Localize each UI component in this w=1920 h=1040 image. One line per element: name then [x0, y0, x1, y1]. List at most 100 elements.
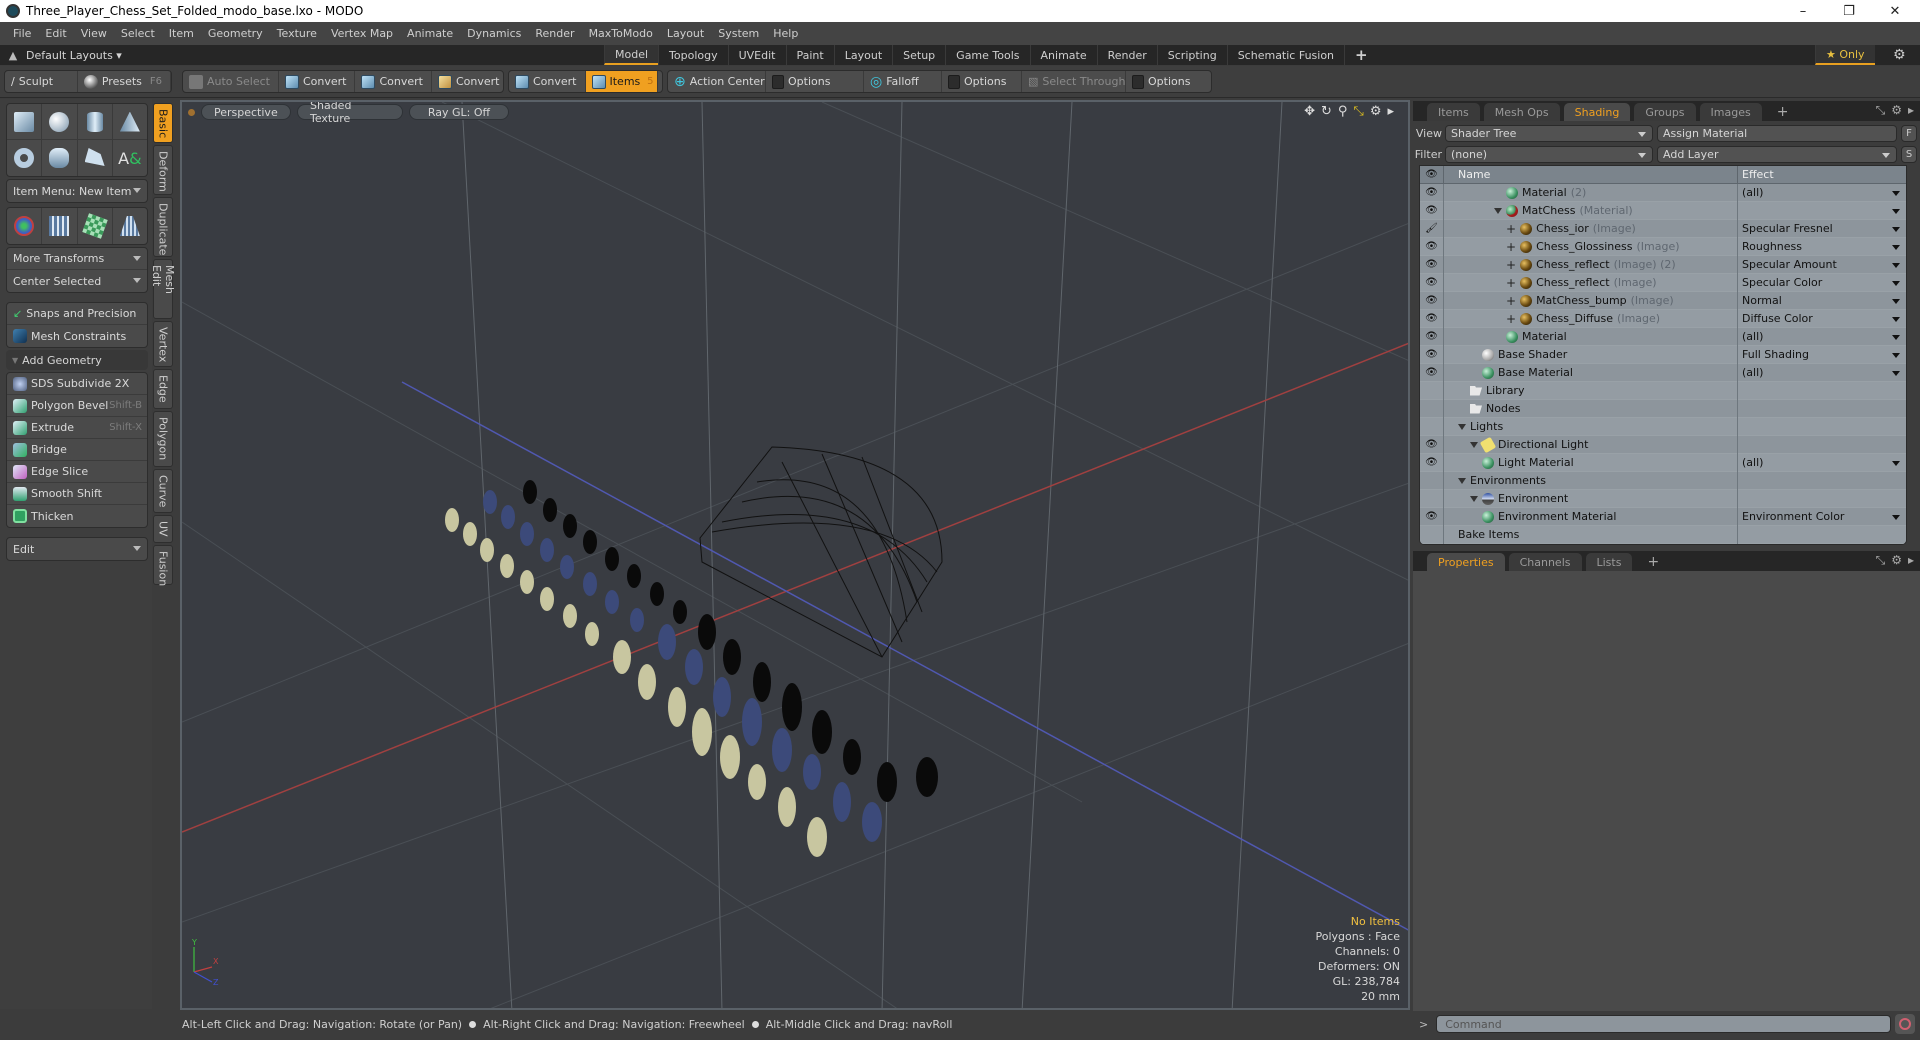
vtab-duplicate[interactable]: Duplicate	[153, 197, 173, 257]
minimize-icon[interactable]: –	[1780, 0, 1826, 22]
menu-view[interactable]: View	[74, 27, 114, 40]
taper-tool-button[interactable]	[113, 208, 147, 244]
expand-triangle-icon[interactable]	[1458, 423, 1466, 430]
visibility-eye-icon[interactable]: 👁	[1420, 273, 1444, 292]
expand-triangle-icon[interactable]	[1470, 495, 1478, 502]
effect-cell[interactable]: Normal	[1738, 292, 1906, 310]
effect-cell[interactable]: (all)	[1738, 454, 1906, 472]
restore-icon[interactable]: ❐	[1826, 0, 1872, 22]
auto-select-button[interactable]: Auto Select	[183, 71, 279, 92]
sculpt-button[interactable]: ∕ Sculpt	[5, 71, 78, 92]
expand-triangle-icon[interactable]	[1470, 441, 1478, 448]
f-button[interactable]: F	[1901, 124, 1917, 142]
maximize-icon[interactable]: ⤡	[1876, 103, 1886, 118]
expand-arrow-icon[interactable]: ▸	[1908, 103, 1914, 118]
expand-plus-icon[interactable]: +	[1506, 294, 1516, 308]
effect-cell[interactable]	[1738, 202, 1906, 220]
presets-button[interactable]: Presets F6	[78, 71, 171, 92]
expand-arrow-icon[interactable]: ▸	[1908, 553, 1914, 568]
shader-tree-row[interactable]: 👁 Environment Material Environment Color	[1420, 507, 1906, 526]
menu-edit[interactable]: Edit	[38, 27, 73, 40]
command-input[interactable]: Command	[1436, 1015, 1892, 1033]
visibility-eye-icon[interactable]: 👁	[1420, 363, 1444, 382]
close-icon[interactable]: ✕	[1872, 0, 1918, 22]
shader-tree-row[interactable]: 👁 + Chess_Diffuse (Image) Diffuse Color	[1420, 309, 1906, 328]
cube-tool-button[interactable]	[7, 104, 43, 139]
shader-tree-row[interactable]: 👁 Base Material (all)	[1420, 363, 1906, 382]
menu-animate[interactable]: Animate	[400, 27, 460, 40]
tab-mesh-ops[interactable]: Mesh Ops	[1483, 103, 1560, 121]
tab-scripting[interactable]: Scripting	[1156, 45, 1227, 65]
tab-groups[interactable]: Groups	[1634, 103, 1696, 121]
shader-tree-row[interactable]: 👁 + Chess_reflect (Image) (2) Specular Amoun…	[1420, 255, 1906, 274]
tab-items[interactable]: Items	[1427, 103, 1480, 121]
only-toggle[interactable]: ★ Only	[1815, 45, 1875, 65]
visibility-empty[interactable]	[1420, 381, 1444, 400]
center-selected-dropdown[interactable]: Center Selected	[7, 270, 147, 292]
filter-dropdown[interactable]: (none)	[1445, 145, 1653, 163]
command-history-button[interactable]	[1895, 1014, 1916, 1034]
ray-gl-button[interactable]: Ray GL: Off	[409, 104, 509, 120]
tab-layout[interactable]: Layout	[833, 45, 892, 65]
tab-images[interactable]: Images	[1699, 103, 1762, 121]
tab-render[interactable]: Render	[1096, 45, 1157, 65]
visibility-empty[interactable]	[1420, 417, 1444, 436]
vtab-basic[interactable]: Basic	[153, 103, 173, 143]
shader-tree-row[interactable]: 👁 Light Material (all)	[1420, 453, 1906, 472]
polygon-bevel-button[interactable]: Polygon Bevel Shift-B	[7, 395, 147, 417]
gear-icon[interactable]: ⚙	[1893, 47, 1906, 63]
cone-tool-button[interactable]	[113, 104, 147, 139]
menu-dynamics[interactable]: Dynamics	[460, 27, 528, 40]
menu-vertex-map[interactable]: Vertex Map	[324, 27, 400, 40]
visibility-empty[interactable]	[1420, 399, 1444, 418]
shader-tree-row[interactable]: 👁 Base Shader Full Shading	[1420, 345, 1906, 364]
shader-tree-row[interactable]: 👁 MatChess (Material)	[1420, 201, 1906, 220]
collapse-arrow-icon[interactable]: ▲	[0, 49, 26, 62]
menu-help[interactable]: Help	[766, 27, 805, 40]
vtab-uv[interactable]: UV	[153, 515, 173, 543]
shader-tree-row[interactable]: Bake Items	[1420, 525, 1906, 544]
visibility-eye-icon[interactable]: 👁	[1420, 201, 1444, 220]
item-menu-dropdown[interactable]: Item Menu: New Item	[6, 179, 148, 203]
action-center-options-button[interactable]: Options	[766, 71, 864, 92]
shader-tree-row[interactable]: Lights	[1420, 417, 1906, 436]
add-tab-button[interactable]: +	[1766, 103, 1800, 121]
default-layouts-dropdown[interactable]: Default Layouts ▾	[26, 49, 604, 62]
bridge-button[interactable]: Bridge	[7, 439, 147, 461]
visibility-empty[interactable]	[1420, 471, 1444, 490]
shader-tree-row[interactable]: Library	[1420, 381, 1906, 400]
tab-animate[interactable]: Animate	[1029, 45, 1097, 65]
expand-plus-icon[interactable]: +	[1506, 312, 1516, 326]
tab-properties[interactable]: Properties	[1427, 553, 1505, 571]
maximize-icon[interactable]: ⤡	[1876, 553, 1886, 568]
mesh-constraints-button[interactable]: Mesh Constraints	[7, 325, 147, 347]
torus-tool-button[interactable]	[7, 140, 43, 176]
shader-tree-row[interactable]: Environment	[1420, 489, 1906, 508]
falloff-button[interactable]: ◎ Falloff	[864, 71, 942, 92]
edge-slice-button[interactable]: Edge Slice	[7, 461, 147, 483]
expand-triangle-icon[interactable]	[1458, 477, 1466, 484]
expand-plus-icon[interactable]: +	[1506, 258, 1516, 272]
snaps-precision-button[interactable]: ↙ Snaps and Precision	[7, 303, 147, 325]
extrude-button[interactable]: Extrude Shift-X	[7, 417, 147, 439]
viewport-menu-dot[interactable]	[188, 108, 195, 116]
tab-uvedit[interactable]: UVEdit	[727, 45, 786, 65]
effect-cell[interactable]: (all)	[1738, 328, 1906, 346]
expand-triangle-icon[interactable]	[1494, 207, 1502, 214]
visibility-eye-icon[interactable]: 👁	[1420, 345, 1444, 364]
visibility-eye-icon[interactable]: 👁	[1420, 327, 1444, 346]
transform-tool-button[interactable]	[7, 208, 43, 244]
tab-channels[interactable]: Channels	[1508, 553, 1582, 571]
vtab-edge[interactable]: Edge	[153, 369, 173, 409]
vtab-polygon[interactable]: Polygon	[153, 411, 173, 467]
more-transforms-dropdown[interactable]: More Transforms	[7, 248, 147, 270]
vtab-vertex[interactable]: Vertex	[153, 321, 173, 367]
visibility-eye-icon[interactable]: 👁	[1420, 237, 1444, 256]
maximize-icon[interactable]: ⤡	[1353, 104, 1363, 119]
edit-dropdown[interactable]: Edit	[6, 537, 148, 561]
convert-polygons-button[interactable]: Convert	[432, 71, 503, 92]
items-mode-button[interactable]: Items 5	[585, 71, 658, 92]
shader-tree-row[interactable]: 👁 Directional Light	[1420, 435, 1906, 454]
shading-mode-button[interactable]: Shaded Texture	[297, 102, 403, 125]
convert-vertices-button[interactable]: Convert	[279, 71, 356, 92]
